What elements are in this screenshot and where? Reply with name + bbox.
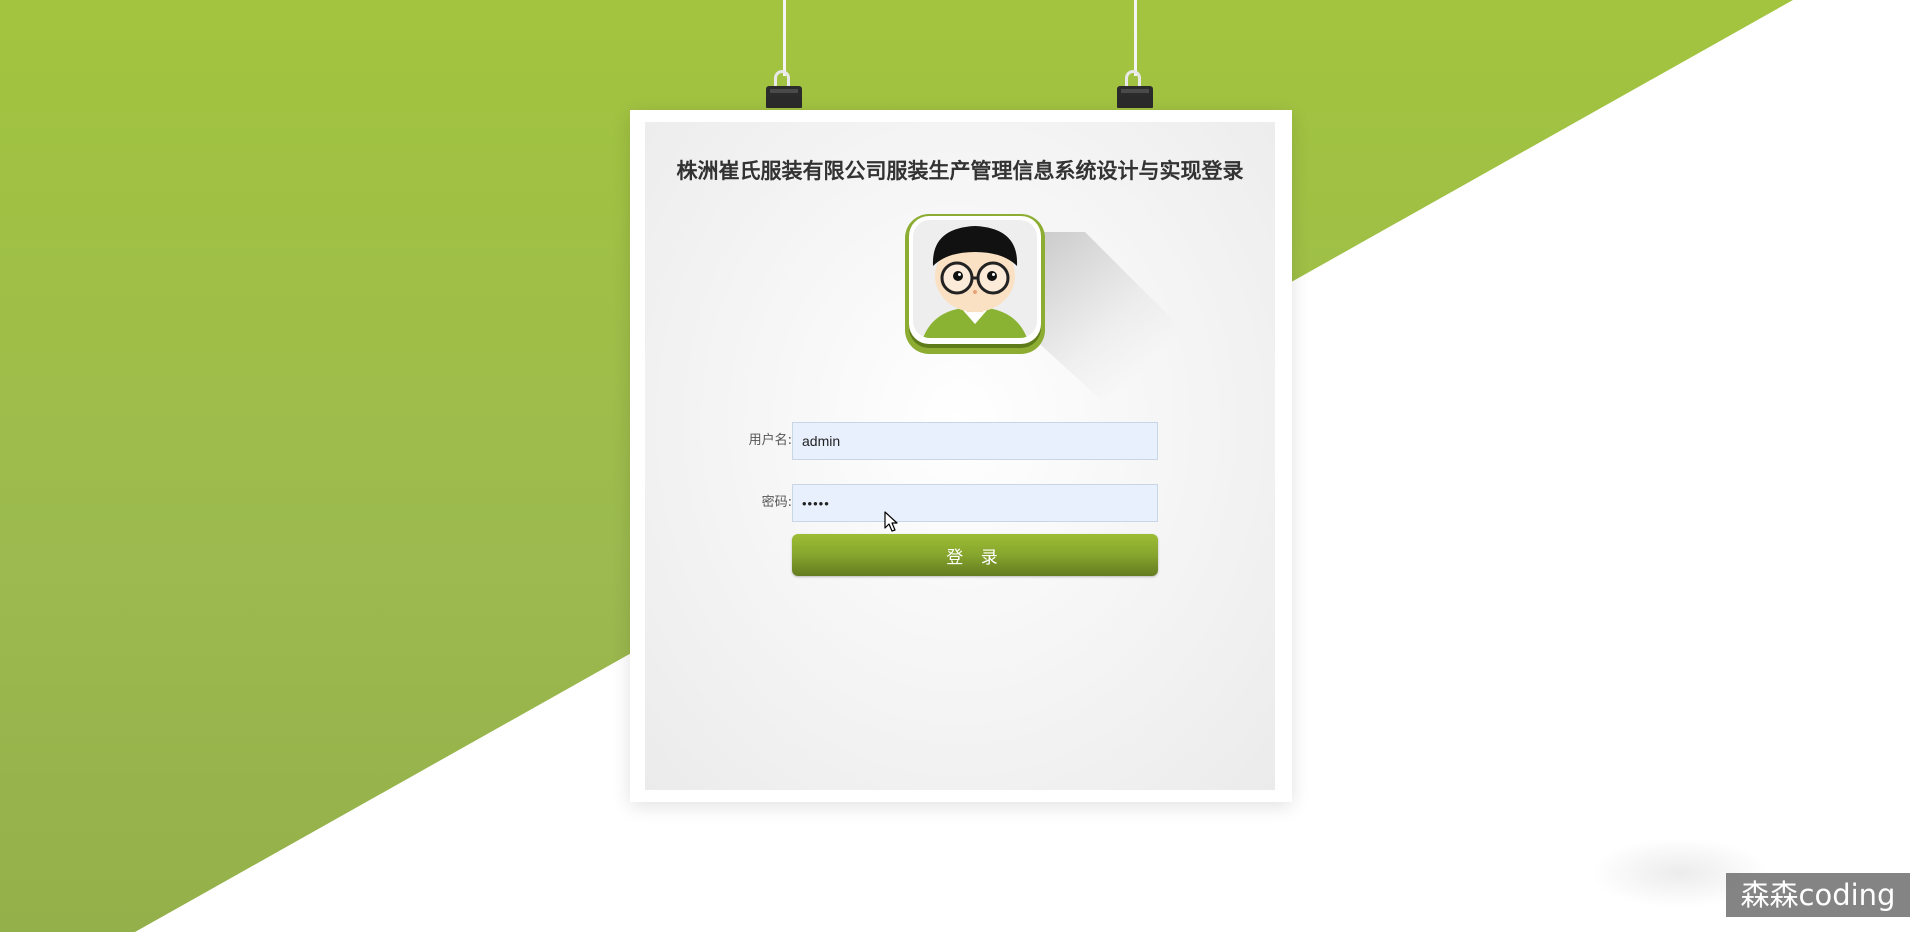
password-label: 密码: [761, 495, 792, 510]
watermark-label: 森森coding [1726, 873, 1910, 917]
hanging-string-right [1134, 0, 1137, 76]
page-title: 株洲崔氏服装有限公司服装生产管理信息系统设计与实现登录 [676, 159, 1244, 183]
login-card-inner: 株洲崔氏服装有限公司服装生产管理信息系统设计与实现登录 用户名: admin 密… [645, 122, 1275, 790]
binder-clip-right-icon [1117, 70, 1153, 110]
mouse-pointer-icon [884, 511, 898, 532]
binder-clip-left-icon [766, 70, 802, 110]
hanging-string-left [783, 0, 786, 76]
username-label: 用户名: [748, 433, 792, 448]
password-row: 密码: [645, 484, 1275, 524]
user-avatar-icon [905, 214, 1045, 354]
password-input[interactable] [792, 484, 1158, 522]
login-button[interactable]: 登 录 [792, 534, 1158, 576]
username-row: 用户名: [645, 422, 1275, 462]
username-input[interactable] [792, 422, 1158, 460]
login-card: 株洲崔氏服装有限公司服装生产管理信息系统设计与实现登录 用户名: admin 密… [630, 110, 1292, 802]
